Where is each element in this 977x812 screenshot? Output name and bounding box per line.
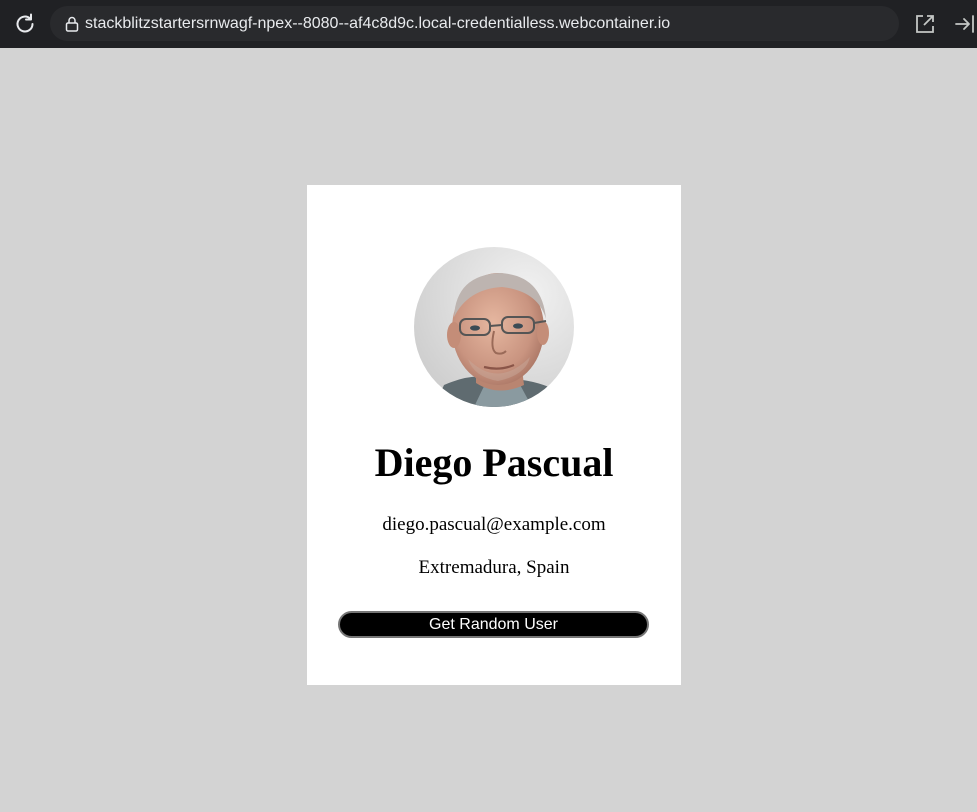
reload-icon[interactable] <box>13 12 37 36</box>
page-viewport: Diego Pascual diego.pascual@example.com … <box>0 48 977 812</box>
user-email: diego.pascual@example.com <box>382 514 606 535</box>
user-name: Diego Pascual <box>374 440 614 485</box>
user-portrait-photo <box>414 247 574 407</box>
dock-right-icon[interactable] <box>954 13 976 35</box>
url-text[interactable]: stackblitzstartersrnwagf-npex--8080--af4… <box>85 6 670 41</box>
browser-toolbar: stackblitzstartersrnwagf-npex--8080--af4… <box>0 0 977 48</box>
address-bar[interactable]: stackblitzstartersrnwagf-npex--8080--af4… <box>50 6 899 41</box>
open-external-icon[interactable] <box>914 13 936 35</box>
get-random-user-button[interactable]: Get Random User <box>338 611 649 638</box>
lock-icon <box>65 16 79 32</box>
avatar <box>414 247 574 407</box>
user-location: Extremadura, Spain <box>418 557 570 578</box>
user-card: Diego Pascual diego.pascual@example.com … <box>307 185 681 685</box>
